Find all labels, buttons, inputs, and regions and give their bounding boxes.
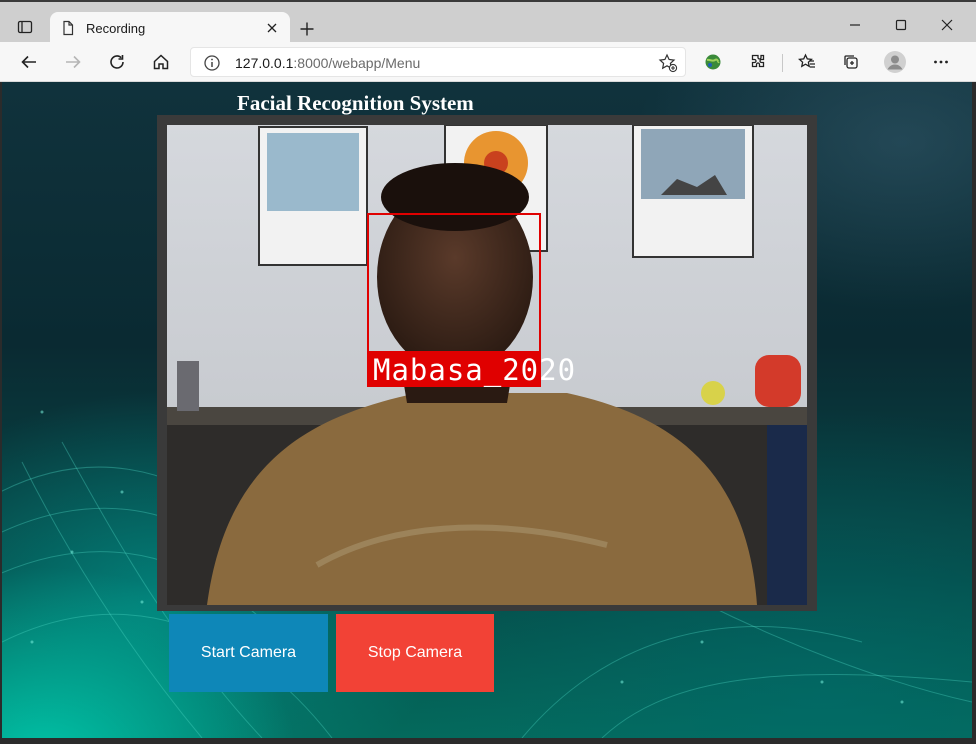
- collections-icon[interactable]: [836, 47, 866, 77]
- stop-camera-button[interactable]: Stop Camera: [336, 614, 494, 692]
- page-title: Facial Recognition System: [237, 91, 474, 115]
- forward-icon[interactable]: [58, 47, 88, 77]
- more-icon[interactable]: [926, 47, 956, 77]
- info-icon[interactable]: [203, 54, 221, 72]
- address-bar[interactable]: 127.0.0.1:8000/webapp/Menu: [190, 47, 686, 77]
- page-icon: [60, 20, 76, 36]
- browser-tab[interactable]: Recording: [50, 12, 290, 44]
- toolbar-divider: [782, 54, 783, 72]
- close-window-icon[interactable]: [932, 10, 962, 40]
- url-path: :8000/webapp/Menu: [293, 55, 421, 71]
- url-text: 127.0.0.1:8000/webapp/Menu: [235, 55, 420, 71]
- refresh-icon[interactable]: [102, 47, 132, 77]
- url-host: 127.0.0.1: [235, 55, 294, 71]
- home-icon[interactable]: [146, 47, 176, 77]
- face-detection-label: Mabasa_2020: [373, 353, 577, 387]
- video-frame: Mabasa_2020: [157, 115, 817, 611]
- back-icon[interactable]: [14, 47, 44, 77]
- close-icon[interactable]: [262, 18, 282, 38]
- page-content: Facial Recognition System Mabasa_2020 St…: [2, 82, 972, 738]
- browser-titlebar: Recording: [0, 0, 976, 44]
- minimize-icon[interactable]: [840, 10, 870, 40]
- add-favorite-icon[interactable]: [657, 52, 679, 74]
- plus-icon[interactable]: [294, 16, 320, 42]
- tab-title: Recording: [86, 21, 146, 36]
- browser-toolbar: 127.0.0.1:8000/webapp/Menu: [0, 42, 976, 82]
- tab-actions-icon[interactable]: [12, 14, 38, 40]
- extensions-icon[interactable]: [742, 47, 772, 77]
- start-camera-button[interactable]: Start Camera: [169, 614, 328, 692]
- profile-icon[interactable]: [880, 47, 910, 77]
- maximize-icon[interactable]: [886, 10, 916, 40]
- camera-feed: Mabasa_2020: [167, 125, 807, 605]
- favorites-icon[interactable]: [792, 47, 822, 77]
- extension-globe-icon[interactable]: [698, 47, 728, 77]
- face-detection-box: [367, 213, 541, 353]
